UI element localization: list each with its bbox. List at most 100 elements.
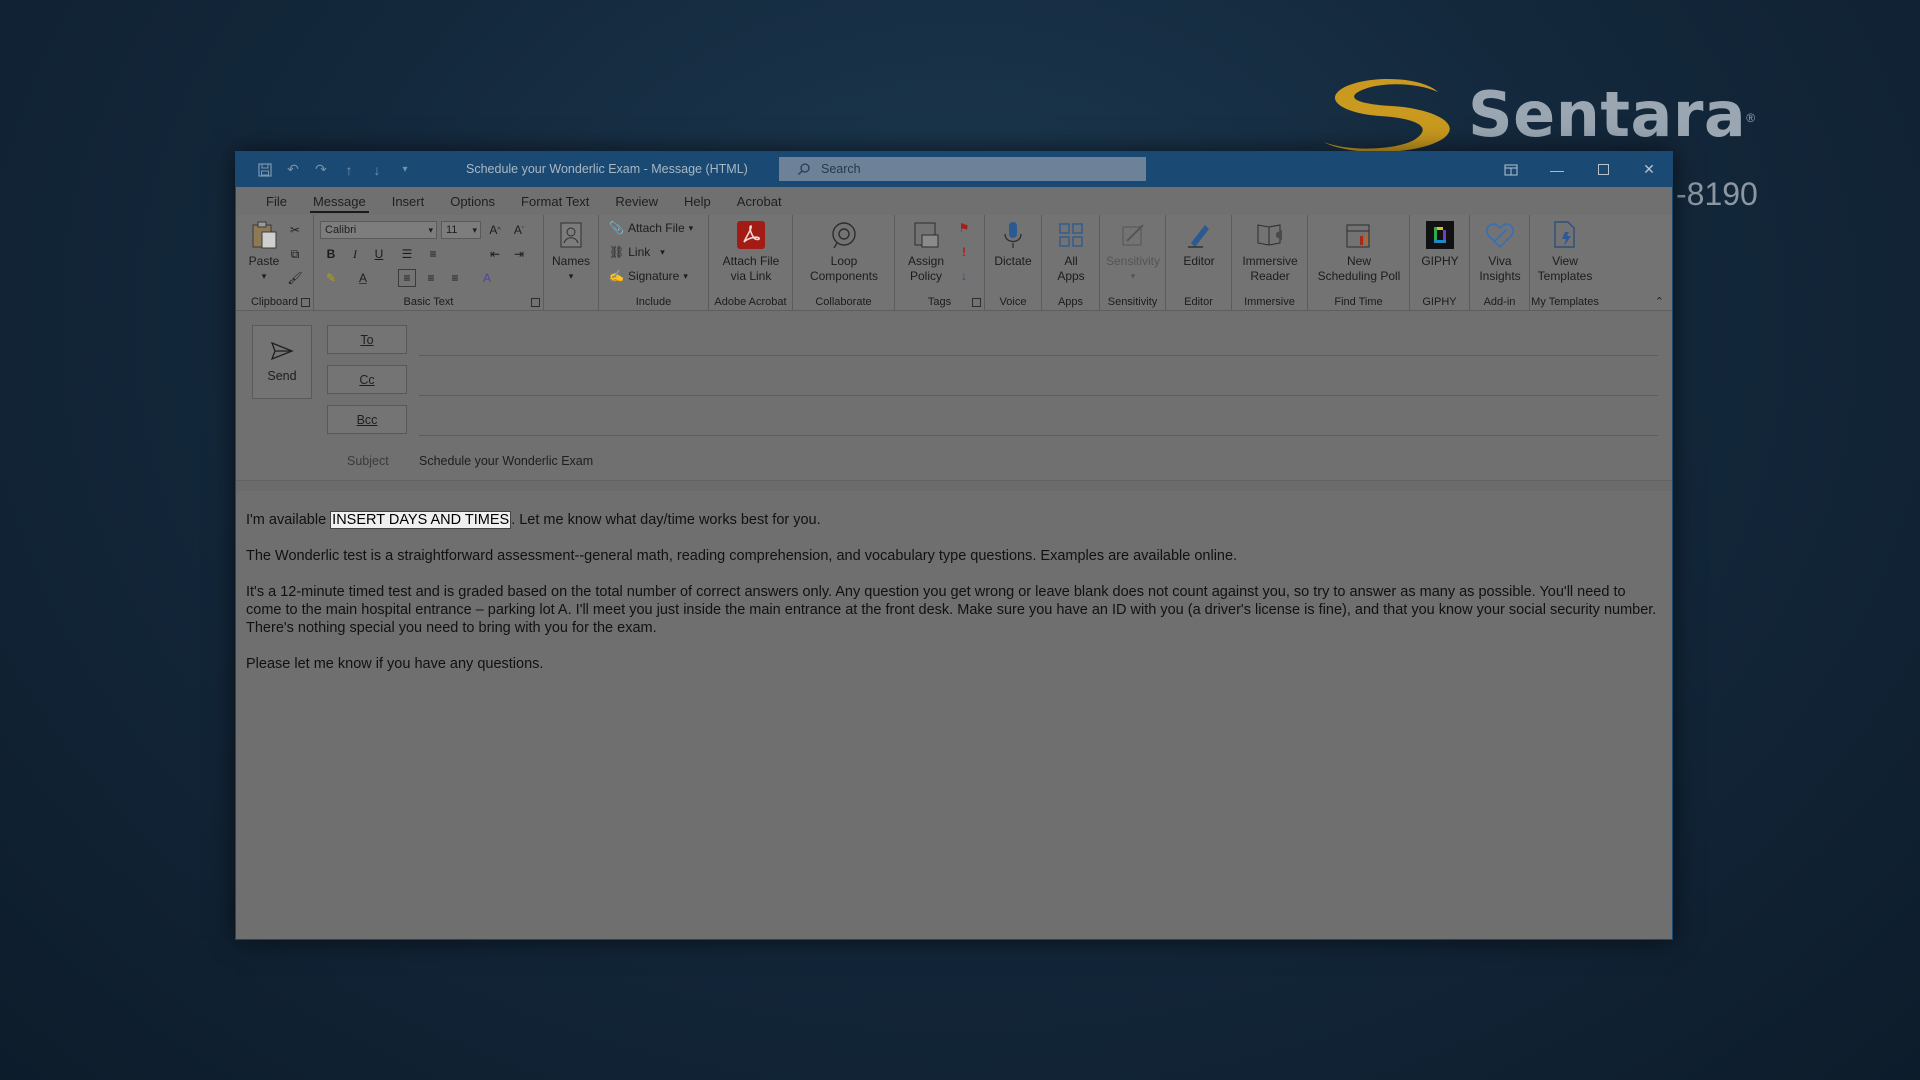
- paste-label: Paste: [248, 254, 280, 268]
- tab-insert[interactable]: Insert: [379, 187, 438, 215]
- collapse-ribbon-icon[interactable]: ⌃: [1655, 295, 1664, 308]
- undo-icon[interactable]: ↶: [284, 161, 302, 179]
- chevron-down-icon: ▾: [472, 224, 477, 235]
- sensitivity-label: Sensitivity: [1105, 254, 1161, 268]
- low-importance-icon[interactable]: ↓: [955, 267, 973, 285]
- microphone-icon: [997, 219, 1029, 251]
- up-arrow-icon[interactable]: ↑: [340, 161, 358, 179]
- tab-file[interactable]: File: [253, 187, 300, 215]
- follow-up-flag-icon[interactable]: ⚑: [955, 219, 973, 237]
- immersive-reader-button[interactable]: Immersive Reader: [1234, 219, 1306, 284]
- voice-group-label: Voice: [999, 296, 1027, 308]
- brand-name: Sentara: [1468, 77, 1747, 151]
- cut-icon[interactable]: ✂: [286, 221, 304, 239]
- highlight-color-icon[interactable]: ✎: [322, 269, 340, 287]
- attach-via-link-line2: via Link: [730, 269, 772, 283]
- align-center-icon[interactable]: ≡: [422, 269, 440, 287]
- cc-field[interactable]: [419, 395, 1658, 396]
- names-button[interactable]: Names ▾: [550, 219, 592, 284]
- save-icon[interactable]: [256, 161, 274, 179]
- chevron-down-icon: ▾: [688, 222, 694, 233]
- body-paragraph-4: Please let me know if you have any quest…: [246, 656, 544, 672]
- chevron-down-icon: ▾: [683, 270, 688, 281]
- viva-insights-button[interactable]: Viva Insights: [1474, 219, 1526, 284]
- minimize-icon[interactable]: —: [1534, 152, 1580, 187]
- giphy-button[interactable]: GIPHY: [1414, 219, 1466, 269]
- paste-dropdown-icon: ▾: [261, 271, 267, 281]
- attach-file-via-link-button[interactable]: Attach File via Link: [713, 219, 789, 284]
- link-button[interactable]: ⛓ Link ▾: [609, 245, 665, 259]
- signature-button[interactable]: ✍ Signature ▾: [609, 269, 688, 283]
- signature-label: Signature: [627, 269, 680, 283]
- loop-label-line2: Components: [809, 269, 879, 283]
- maximize-icon[interactable]: [1580, 152, 1626, 187]
- tags-dialog-launcher[interactable]: [972, 298, 981, 307]
- editor-pen-icon: [1183, 219, 1215, 251]
- adobe-acrobat-icon: [735, 219, 767, 251]
- cc-button[interactable]: Cc: [327, 365, 407, 394]
- link-icon: ⛓: [609, 245, 625, 259]
- message-body[interactable]: I'm available INSERT DAYS AND TIMES. Let…: [236, 491, 1672, 939]
- italic-icon[interactable]: I: [346, 245, 364, 263]
- find-time-group-label: Find Time: [1334, 296, 1383, 308]
- shrink-font-icon[interactable]: Aˇ: [510, 221, 528, 239]
- paste-button[interactable]: Paste ▾: [242, 219, 286, 284]
- font-name-combo[interactable]: Calibri ▾: [320, 221, 437, 239]
- bullets-icon[interactable]: ☰: [398, 245, 416, 263]
- dictate-button[interactable]: Dictate: [989, 219, 1037, 269]
- align-right-icon[interactable]: ≡: [446, 269, 464, 287]
- editor-button[interactable]: Editor: [1170, 219, 1228, 269]
- scheduling-poll-line2: Scheduling Poll: [1317, 269, 1401, 283]
- basic-text-dialog-launcher[interactable]: [531, 298, 540, 307]
- basic-text-group-label: Basic Text: [403, 296, 454, 308]
- tab-message[interactable]: Message: [300, 187, 379, 215]
- all-apps-button[interactable]: All Apps: [1046, 219, 1096, 284]
- high-importance-icon[interactable]: !: [955, 243, 973, 261]
- clipboard-dialog-launcher[interactable]: [301, 298, 310, 307]
- redo-icon[interactable]: ↷: [312, 161, 330, 179]
- tab-format-text[interactable]: Format Text: [508, 187, 602, 215]
- underline-icon[interactable]: U: [370, 245, 388, 263]
- sensitivity-button[interactable]: Sensitivity ▾: [1102, 219, 1164, 284]
- to-field[interactable]: [419, 355, 1658, 356]
- format-painter-icon[interactable]: 🖌: [286, 269, 304, 287]
- tab-acrobat[interactable]: Acrobat: [724, 187, 795, 215]
- bcc-button[interactable]: Bcc: [327, 405, 407, 434]
- assign-policy-button[interactable]: Assign Policy: [899, 219, 953, 284]
- down-arrow-icon[interactable]: ↓: [368, 161, 386, 179]
- decrease-indent-icon[interactable]: ⇤: [486, 245, 504, 263]
- font-color-icon[interactable]: A: [354, 269, 372, 287]
- align-left-icon[interactable]: ≡: [398, 269, 416, 287]
- new-scheduling-poll-button[interactable]: New Scheduling Poll: [1310, 219, 1408, 284]
- assign-policy-line1: Assign: [907, 254, 945, 268]
- templates-icon: [1549, 219, 1581, 251]
- ribbon-display-icon[interactable]: [1488, 152, 1534, 187]
- loop-components-button[interactable]: Loop Components: [797, 219, 891, 284]
- increase-indent-icon[interactable]: ⇥: [510, 245, 528, 263]
- copy-icon[interactable]: ⧉: [286, 245, 304, 263]
- policy-icon: [910, 219, 942, 251]
- sensitivity-dropdown-icon: ▾: [1130, 271, 1136, 281]
- scheduling-poll-icon: [1343, 219, 1375, 251]
- font-size-combo[interactable]: 11 ▾: [441, 221, 481, 239]
- numbering-icon[interactable]: ≡: [424, 245, 442, 263]
- customize-qat-icon[interactable]: ▾: [396, 161, 414, 179]
- send-button[interactable]: Send: [252, 325, 312, 399]
- grow-font-icon[interactable]: A ^: [486, 221, 504, 239]
- tab-review[interactable]: Review: [602, 187, 671, 215]
- clear-formatting-icon[interactable]: A: [478, 269, 496, 287]
- editor-group-label: Editor: [1184, 296, 1213, 308]
- attach-file-button[interactable]: 📎 Attach File ▾: [609, 221, 693, 235]
- view-templates-button[interactable]: View Templates: [1534, 219, 1596, 284]
- bold-icon[interactable]: B: [322, 245, 340, 263]
- to-button[interactable]: To: [327, 325, 407, 354]
- tab-help[interactable]: Help: [671, 187, 724, 215]
- subject-field[interactable]: Schedule your Wonderlic Exam: [419, 454, 593, 468]
- tab-options[interactable]: Options: [437, 187, 508, 215]
- attach-via-link-line1: Attach File: [722, 254, 780, 268]
- bcc-field[interactable]: [419, 435, 1658, 436]
- close-icon[interactable]: ✕: [1626, 152, 1672, 187]
- search-box[interactable]: Search: [779, 157, 1146, 181]
- collaborate-group: Loop Components Collaborate: [793, 215, 895, 311]
- names-group: Names ▾: [544, 215, 599, 311]
